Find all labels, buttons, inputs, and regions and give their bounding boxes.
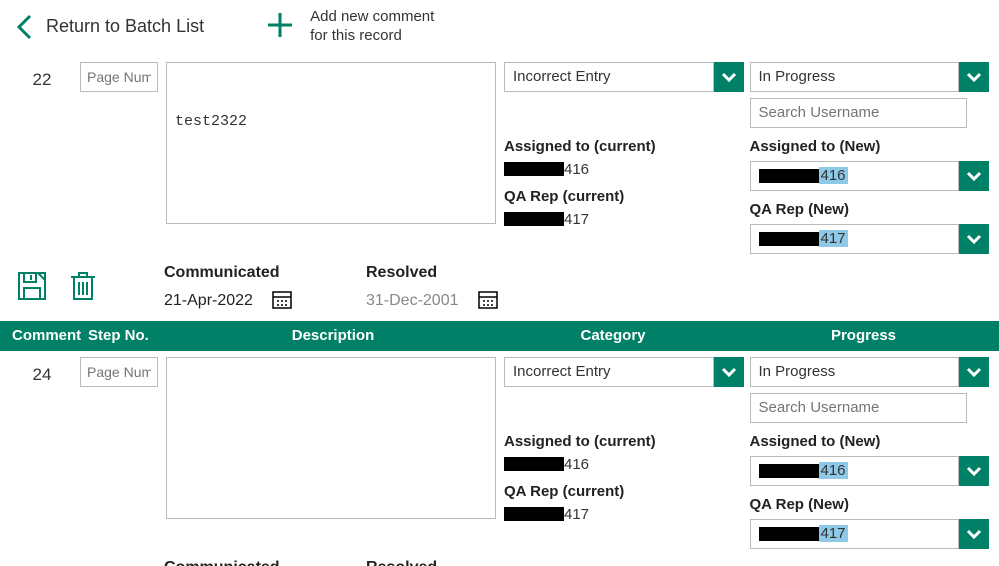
qa-new-select[interactable]: 417	[750, 224, 960, 254]
resolved-label: Resolved	[366, 559, 558, 566]
qa-new-select[interactable]: 417	[750, 519, 960, 549]
qa-current-label: QA Rep (current)	[504, 188, 744, 205]
chevron-down-icon	[965, 525, 983, 543]
assigned-current-value: 416	[504, 161, 744, 178]
resolved-date-picker[interactable]	[477, 288, 499, 315]
chevron-down-icon	[965, 230, 983, 248]
progress-select[interactable]: In Progress	[750, 62, 960, 92]
return-to-batch-list-link[interactable]: Return to Batch List	[14, 13, 204, 41]
resolved-date: 31-Dec-2001	[366, 292, 459, 310]
delete-button[interactable]	[68, 565, 98, 566]
table-header-row: Comment Step No. Description Category Pr…	[0, 321, 999, 351]
redacted-text	[504, 162, 564, 176]
redacted-text	[759, 232, 819, 246]
add-comment-button[interactable]	[264, 9, 296, 44]
redacted-text	[759, 527, 819, 541]
description-textarea[interactable]	[166, 357, 496, 519]
qa-current-label: QA Rep (current)	[504, 483, 744, 500]
assigned-new-dropdown-button[interactable]	[959, 456, 989, 486]
redacted-text	[504, 507, 564, 521]
qa-new-dropdown-button[interactable]	[959, 519, 989, 549]
th-step: Step No.	[88, 327, 168, 344]
comment-record: 22 Incorrect Entry Assigned to (current)	[0, 56, 999, 321]
save-button[interactable]	[16, 270, 48, 305]
communicated-label: Communicated	[164, 264, 356, 282]
resolved-label: Resolved	[366, 264, 558, 282]
redacted-text	[759, 169, 819, 183]
th-comment: Comment	[8, 327, 88, 344]
delete-button[interactable]	[68, 270, 98, 305]
assigned-new-label: Assigned to (New)	[750, 138, 990, 155]
category-dropdown-button[interactable]	[714, 357, 744, 387]
calendar-icon	[271, 288, 293, 310]
chevron-down-icon	[965, 363, 983, 381]
assigned-current-label: Assigned to (current)	[504, 138, 744, 155]
category-select[interactable]: Incorrect Entry	[504, 357, 714, 387]
progress-dropdown-button[interactable]	[959, 357, 989, 387]
chevron-left-icon	[14, 13, 36, 41]
qa-current-value: 417	[504, 506, 744, 523]
chevron-down-icon	[720, 363, 738, 381]
th-progress: Progress	[728, 327, 999, 344]
add-comment-label: Add new comment for this record	[310, 8, 434, 46]
redacted-text	[759, 464, 819, 478]
th-category: Category	[498, 327, 728, 344]
trash-icon	[68, 270, 98, 302]
assigned-new-dropdown-button[interactable]	[959, 161, 989, 191]
return-label: Return to Batch List	[46, 16, 204, 37]
calendar-icon	[477, 288, 499, 310]
qa-new-label: QA Rep (New)	[750, 201, 990, 218]
redacted-text	[504, 212, 564, 226]
communicated-date-picker[interactable]	[271, 288, 293, 315]
qa-new-dropdown-button[interactable]	[959, 224, 989, 254]
qa-current-value: 417	[504, 211, 744, 228]
chevron-down-icon	[965, 462, 983, 480]
redacted-text	[504, 457, 564, 471]
search-username-input[interactable]	[750, 98, 967, 128]
comment-number: 24	[12, 357, 72, 385]
layout-button[interactable]	[16, 565, 48, 566]
category-select[interactable]: Incorrect Entry	[504, 62, 714, 92]
th-description: Description	[168, 327, 498, 344]
assigned-new-select[interactable]: 416	[750, 456, 960, 486]
layout-icon	[16, 565, 48, 566]
communicated-date: 21-Apr-2022	[164, 292, 253, 310]
plus-icon	[264, 9, 296, 41]
step-number-input[interactable]	[80, 357, 158, 387]
assigned-new-label: Assigned to (New)	[750, 433, 990, 450]
assigned-current-label: Assigned to (current)	[504, 433, 744, 450]
qa-new-label: QA Rep (New)	[750, 496, 990, 513]
chevron-down-icon	[720, 68, 738, 86]
chevron-down-icon	[965, 68, 983, 86]
save-icon	[16, 270, 48, 302]
step-number-input[interactable]	[80, 62, 158, 92]
records-scroll-area[interactable]: 22 Incorrect Entry Assigned to (current)	[0, 56, 999, 566]
assigned-current-value: 416	[504, 456, 744, 473]
search-username-input[interactable]	[750, 393, 967, 423]
description-textarea[interactable]	[166, 62, 496, 224]
comment-number: 22	[12, 62, 72, 90]
comment-record: 24 Incorrect Entry Assigned to (current)	[0, 351, 999, 566]
communicated-label: Communicated	[164, 559, 356, 566]
chevron-down-icon	[965, 167, 983, 185]
trash-icon	[68, 565, 98, 566]
progress-select[interactable]: In Progress	[750, 357, 960, 387]
progress-dropdown-button[interactable]	[959, 62, 989, 92]
assigned-new-select[interactable]: 416	[750, 161, 960, 191]
category-dropdown-button[interactable]	[714, 62, 744, 92]
